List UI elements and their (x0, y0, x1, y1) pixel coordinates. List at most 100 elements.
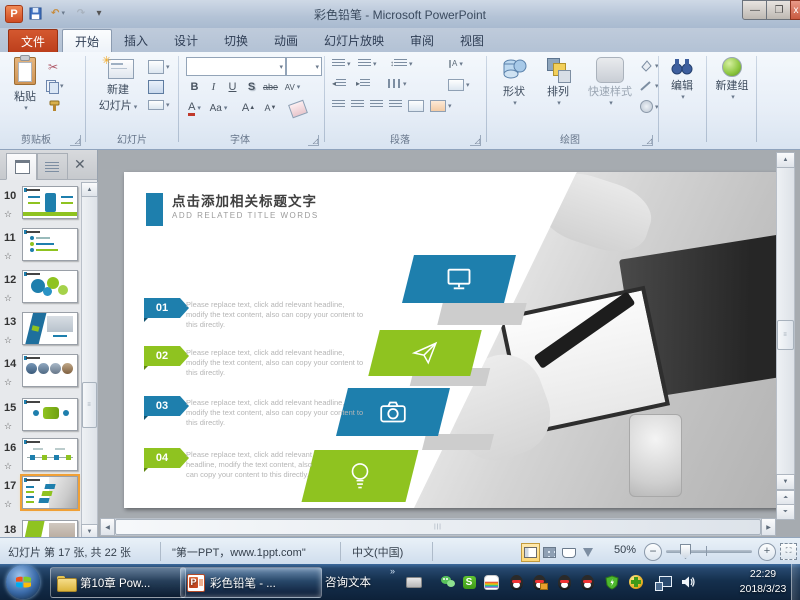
new-group-button[interactable]: 新建组 ▾ (710, 57, 754, 101)
wechat-tray-icon[interactable] (440, 574, 456, 590)
character-spacing-button[interactable]: AV▾ (284, 79, 301, 95)
slide-layout-button[interactable]: ▾ (148, 60, 170, 74)
fit-to-window-button[interactable]: ⛶ (780, 543, 797, 560)
bullets-button[interactable]: ▾ (332, 59, 351, 68)
format-painter-button[interactable] (48, 100, 61, 113)
animation-star-icon[interactable]: ☆ (4, 251, 12, 261)
font-size-combo[interactable]: ▾ (286, 57, 322, 76)
numbering-button[interactable]: ▾ (358, 59, 377, 68)
start-button[interactable] (6, 565, 40, 599)
vertical-scrollbar-thumb[interactable]: ≡ (777, 320, 794, 350)
scroll-up-arrow[interactable]: ▲ (776, 152, 795, 168)
slide-thumbnail-12[interactable] (22, 270, 78, 303)
slide-thumbnail-14[interactable] (22, 354, 78, 387)
slide-thumbnail-13[interactable] (22, 312, 78, 345)
slide-thumbnail-11[interactable] (22, 228, 78, 261)
tab-outline-pane[interactable] (36, 153, 68, 180)
title-accent-block[interactable] (146, 193, 163, 226)
font-color-button[interactable]: A▾ (186, 100, 203, 116)
smartart-convert-button[interactable]: ▾ (430, 100, 452, 112)
drawing-dialog-launcher[interactable]: ◿ (642, 135, 653, 146)
line-spacing-button[interactable]: ↕▾ (390, 59, 413, 68)
language-status[interactable]: 中文(中国) (352, 544, 403, 560)
qq-tray-icon-3[interactable] (556, 574, 572, 590)
animation-star-icon[interactable]: ☆ (4, 293, 12, 303)
align-right-button[interactable] (370, 100, 383, 109)
scroll-right-arrow[interactable]: ▶ (761, 518, 776, 536)
input-method-keyboard-icon[interactable] (406, 574, 422, 590)
horizontal-scrollbar-thumb[interactable]: ||| (115, 519, 761, 535)
change-case-button[interactable]: Aa▾ (210, 100, 227, 116)
new-slide-button[interactable]: ✳ 新建 幻灯片▾ (92, 57, 144, 113)
slide-thumbnail-17-selected[interactable] (22, 476, 78, 509)
animation-star-icon[interactable]: ☆ (4, 421, 12, 431)
next-slide-button[interactable]: ⏷ (776, 504, 795, 520)
paper-plane-parallelogram[interactable] (368, 330, 481, 376)
tab-file[interactable]: 文件 (8, 29, 58, 53)
tab-design[interactable]: 设计 (162, 29, 210, 51)
quick-styles-button[interactable]: 快速样式 ▾ (582, 57, 638, 107)
show-desktop-button[interactable] (791, 564, 800, 600)
animation-star-icon[interactable]: ☆ (4, 209, 12, 219)
zoom-slider-thumb[interactable] (680, 544, 691, 559)
thumbnail-scrollbar-thumb[interactable]: ≡ (82, 382, 97, 428)
item-text-03[interactable]: Please replace text, click add relevant … (186, 398, 364, 428)
slide-title[interactable]: 点击添加相关标题文字 (172, 190, 317, 210)
taskbar-clock[interactable]: 22:29 2018/3/23 (735, 567, 791, 597)
item-text-04[interactable]: Please replace text, click add relevant … (186, 450, 326, 480)
align-left-button[interactable] (332, 100, 345, 109)
reading-view-button[interactable] (559, 543, 578, 562)
paste-button[interactable]: 粘贴 ▾ (8, 57, 42, 112)
text-direction-button[interactable]: ∥A▾ (448, 59, 463, 68)
tab-insert[interactable]: 插入 (112, 29, 160, 51)
columns-button[interactable]: ▾ (388, 79, 407, 88)
scroll-left-arrow[interactable]: ◀ (100, 518, 115, 536)
normal-view-button[interactable] (521, 543, 540, 562)
underline-button[interactable]: U (224, 79, 241, 95)
close-button[interactable]: x (790, 0, 800, 20)
align-center-button[interactable] (351, 100, 364, 109)
thumbnail-scroll-up-arrow[interactable]: ▲ (81, 182, 98, 197)
rainbow-bear-tray-icon[interactable] (483, 574, 499, 590)
network-tray-icon[interactable] (655, 574, 671, 590)
slide-count-status[interactable]: 幻灯片 第 17 张, 共 22 张 (8, 544, 131, 560)
copy-button[interactable]: ▾ (46, 80, 64, 92)
animation-star-icon[interactable]: ☆ (4, 461, 12, 471)
bold-button[interactable]: B (186, 79, 203, 95)
strikethrough-button[interactable]: abe (262, 79, 279, 95)
taskbar-window-powerpoint[interactable]: P 彩色铅笔 - ... (180, 567, 322, 598)
decrease-indent-button[interactable]: ◂ (332, 79, 346, 88)
tab-slides-pane[interactable] (6, 153, 38, 180)
qq-tray-icon-4[interactable] (579, 574, 595, 590)
zoom-in-button[interactable]: + (758, 543, 776, 561)
slideshow-view-button[interactable] (578, 543, 597, 562)
reset-slide-button[interactable] (148, 80, 164, 94)
grow-font-button[interactable]: A▲ (240, 100, 257, 116)
item-badge-02[interactable]: 02 (144, 346, 180, 366)
taskbar-overflow-chevron[interactable]: » (390, 566, 395, 576)
theme-name-status[interactable]: "第一PPT，www.1ppt.com" (172, 544, 306, 560)
arrange-button[interactable]: 排列 ▾ (538, 57, 578, 107)
slide-thumbnail-10[interactable] (22, 186, 78, 219)
justify-button[interactable] (389, 100, 402, 109)
taskbar-toolbar-text[interactable]: 咨询文本 (325, 574, 371, 590)
animation-star-icon[interactable]: ☆ (4, 377, 12, 387)
shrink-font-button[interactable]: A▼ (262, 100, 279, 116)
increase-indent-button[interactable]: ▸ (356, 79, 370, 88)
paragraph-dialog-launcher[interactable]: ◿ (470, 135, 481, 146)
scroll-down-arrow[interactable]: ▼ (776, 474, 795, 490)
shape-fill-button[interactable]: ▾ (640, 60, 659, 72)
item-text-01[interactable]: Please replace text, click add relevant … (186, 300, 364, 330)
shapes-button[interactable]: 形状 ▾ (494, 57, 534, 107)
clipboard-dialog-launcher[interactable]: ◿ (70, 135, 81, 146)
zoom-slider-track[interactable] (666, 550, 752, 553)
font-name-combo[interactable]: ▾ (186, 57, 286, 76)
text-shadow-button[interactable]: S (243, 79, 260, 95)
animation-star-icon[interactable]: ☆ (4, 499, 12, 509)
minimize-button[interactable]: — (742, 0, 768, 20)
clear-formatting-button[interactable] (290, 102, 306, 116)
slide-subtitle[interactable]: ADD RELATED TITLE WORDS (172, 211, 319, 220)
slide-thumbnail-16[interactable] (22, 438, 78, 471)
tab-review[interactable]: 审阅 (398, 29, 446, 51)
item-text-02[interactable]: Please replace text, click add relevant … (186, 348, 364, 378)
